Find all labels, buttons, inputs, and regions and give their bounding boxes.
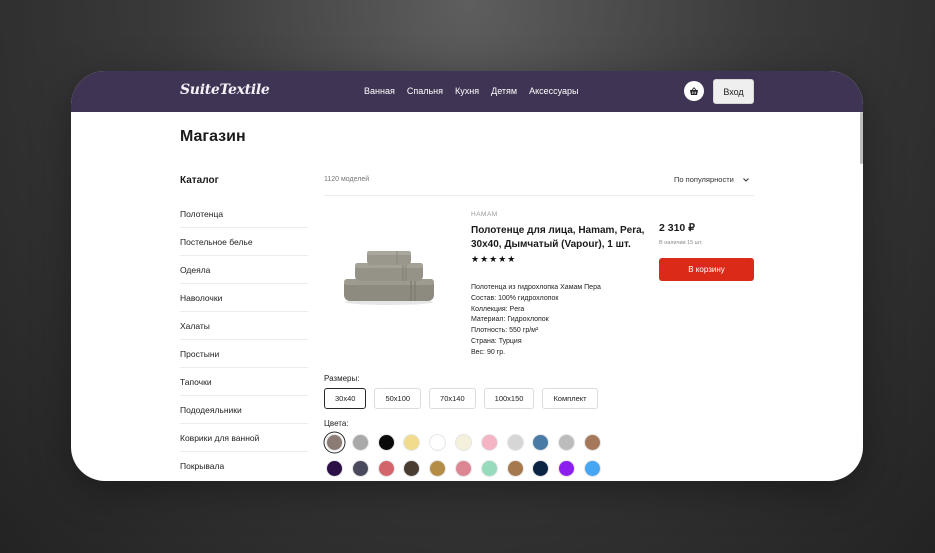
stock-status: В наличии 15 шт. xyxy=(659,240,703,246)
browser-window: SuiteTextile Ванная Спальня Кухня Детям … xyxy=(71,71,863,481)
catalog-item-pillowcases[interactable]: Наволочки xyxy=(180,284,308,312)
site-header: SuiteTextile Ванная Спальня Кухня Детям … xyxy=(71,71,863,112)
basket-icon xyxy=(690,86,698,95)
sort-label: По популярности xyxy=(674,175,734,184)
catalog-item-bath-mats[interactable]: Коврики для ванной xyxy=(180,424,308,452)
desc-line: Коллекция: Pera xyxy=(471,305,525,313)
color-swatch[interactable] xyxy=(532,434,550,451)
desc-line: Страна: Турция xyxy=(471,337,522,345)
color-swatch[interactable] xyxy=(351,434,369,451)
scrollbar[interactable] xyxy=(860,112,863,164)
color-swatch[interactable] xyxy=(326,434,343,451)
color-swatch[interactable] xyxy=(558,460,576,477)
color-swatch[interactable] xyxy=(351,460,369,477)
size-option-70x140[interactable]: 70x140 xyxy=(429,388,476,409)
page-title: Магазин xyxy=(180,128,246,145)
size-options: 30x40 50x100 70x140 100x150 Комплект xyxy=(324,388,598,409)
catalog-item-bedding[interactable]: Постельное белье xyxy=(180,228,308,256)
color-swatch[interactable] xyxy=(558,434,576,451)
catalog-item-towels[interactable]: Полотенца xyxy=(180,200,308,228)
product-title[interactable]: Полотенце для лица, Hamam, Pera, 30x40, … xyxy=(471,224,646,252)
login-button[interactable]: Вход xyxy=(713,79,754,104)
product-brand[interactable]: HAMAM xyxy=(471,211,498,218)
catalog-item-slippers[interactable]: Тапочки xyxy=(180,368,308,396)
product-description: Полотенца из гидрохлопка Хамам Пера Сост… xyxy=(471,283,601,359)
model-count: 1120 моделей xyxy=(324,176,370,183)
catalog-item-sheets[interactable]: Простыни xyxy=(180,340,308,368)
nav-item-bath[interactable]: Ванная xyxy=(364,86,395,96)
color-swatch[interactable] xyxy=(506,460,524,477)
nav-item-accessories[interactable]: Аксессуары xyxy=(529,86,578,96)
size-option-100x150[interactable]: 100x150 xyxy=(483,388,535,409)
add-to-cart-button[interactable]: В корзину xyxy=(659,258,754,281)
desc-line: Состав: 100% гидрохлопок xyxy=(471,294,559,302)
color-swatch[interactable] xyxy=(584,460,601,477)
size-option-set[interactable]: Комплект xyxy=(542,388,598,409)
divider xyxy=(324,195,754,196)
main-nav: Ванная Спальня Кухня Детям Аксессуары xyxy=(364,86,579,96)
color-swatch[interactable] xyxy=(403,434,421,451)
catalog-item-bedspreads[interactable]: Покрывала xyxy=(180,452,308,480)
size-option-50x100[interactable]: 50x100 xyxy=(374,388,422,409)
catalog-list: Полотенца Постельное белье Одеяла Наволо… xyxy=(180,200,308,480)
color-swatch[interactable] xyxy=(480,434,498,451)
color-swatch[interactable] xyxy=(455,460,472,477)
site-logo[interactable]: SuiteTextile xyxy=(180,82,270,98)
color-swatch[interactable] xyxy=(429,434,447,451)
color-swatch[interactable] xyxy=(403,460,421,477)
sizes-label: Размеры: xyxy=(324,374,360,383)
nav-item-bedroom[interactable]: Спальня xyxy=(407,86,443,96)
cart-button[interactable] xyxy=(684,81,704,101)
catalog-item-robes[interactable]: Халаты xyxy=(180,312,308,340)
sort-dropdown[interactable]: По популярности xyxy=(674,175,749,184)
product-price: 2 310 ₽ xyxy=(659,222,695,234)
catalog-item-blankets[interactable]: Одеяла xyxy=(180,256,308,284)
color-swatch[interactable] xyxy=(326,460,343,477)
desc-line: Полотенца из гидрохлопка Хамам Пера xyxy=(471,284,601,291)
color-swatch[interactable] xyxy=(429,460,447,477)
color-swatch[interactable] xyxy=(377,460,395,477)
color-swatch[interactable] xyxy=(480,460,498,477)
color-swatch[interactable] xyxy=(584,434,601,451)
catalog-item-duvet-covers[interactable]: Пододеяльники xyxy=(180,396,308,424)
color-swatch[interactable] xyxy=(455,434,472,451)
product-image[interactable] xyxy=(341,249,437,305)
color-swatch[interactable] xyxy=(532,460,550,477)
chevron-down-icon xyxy=(742,177,749,182)
colors-label: Цвета: xyxy=(324,419,349,428)
color-swatch[interactable] xyxy=(377,434,395,451)
desc-line: Плотность: 550 гр/м² xyxy=(471,327,539,335)
nav-item-kitchen[interactable]: Кухня xyxy=(455,86,479,96)
nav-item-kids[interactable]: Детям xyxy=(491,86,517,96)
rating-stars: ★★★★★ xyxy=(471,254,517,264)
color-swatch[interactable] xyxy=(506,434,524,451)
desc-line: Вес: 90 гр. xyxy=(471,348,506,356)
catalog-title: Каталог xyxy=(180,175,219,186)
size-option-30x40[interactable]: 30x40 xyxy=(324,388,367,409)
desc-line: Материал: Гидрохлопок xyxy=(471,316,549,324)
